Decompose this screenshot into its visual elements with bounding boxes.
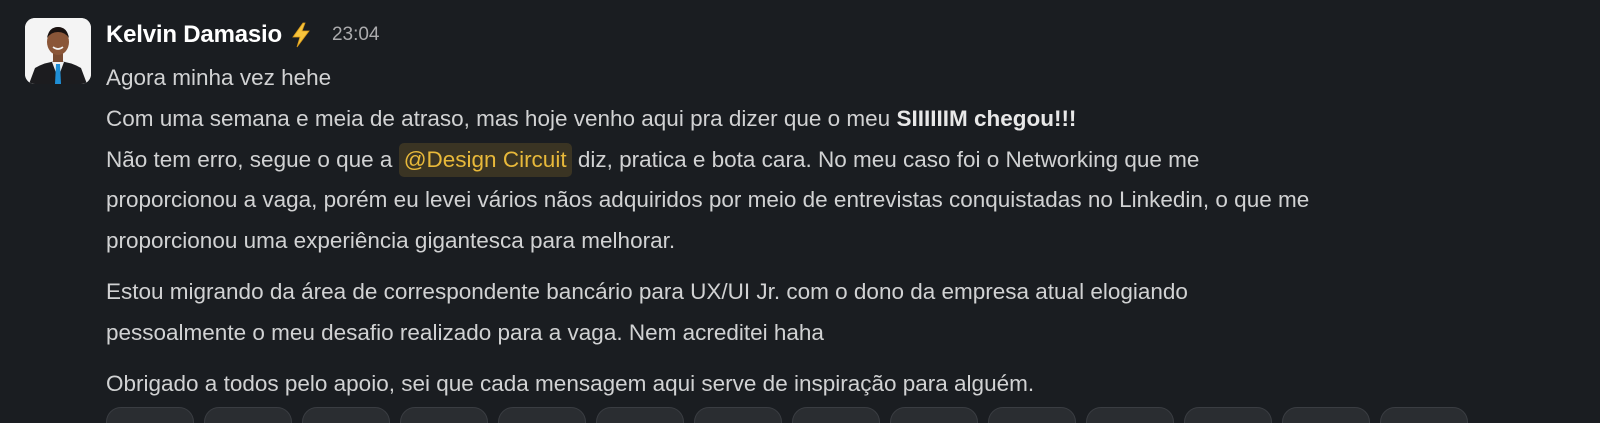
reaction-pill[interactable]: [498, 407, 586, 423]
reaction-pill[interactable]: [1380, 407, 1468, 423]
message-line: Obrigado a todos pelo apoio, sei que cad…: [106, 370, 1035, 396]
message-timestamp[interactable]: 23:04: [332, 24, 380, 46]
reaction-pill[interactable]: [1282, 407, 1370, 423]
chat-message: Kelvin Damasio 23:04 Agora minha vez heh…: [0, 0, 1600, 423]
reaction-pill[interactable]: [694, 407, 782, 423]
lightning-icon: [290, 22, 312, 48]
reaction-pill[interactable]: [988, 407, 1076, 423]
message-text: diz, pratica e bota cara. No meu caso fo…: [571, 146, 1200, 172]
message-line: Não tem erro, segue o que a @Design Circ…: [106, 140, 1576, 181]
avatar-photo: [25, 18, 91, 84]
message-line: Estou migrando da área de correspondente…: [106, 278, 1188, 304]
message-line: proporcionou a vaga, porém eu levei vári…: [106, 187, 1310, 213]
message-line: proporcionou uma experiência gigantesca …: [106, 228, 676, 254]
reactions-bar: [106, 407, 1468, 423]
reaction-pill[interactable]: [400, 407, 488, 423]
reaction-pill[interactable]: [1184, 407, 1272, 423]
message-header: Kelvin Damasio 23:04: [106, 18, 379, 52]
reaction-pill[interactable]: [1086, 407, 1174, 423]
message-line: pessoalmente o meu desafio realizado par…: [106, 319, 824, 345]
author-name[interactable]: Kelvin Damasio: [106, 21, 282, 49]
message-line: Agora minha vez hehe: [106, 65, 332, 90]
avatar[interactable]: [25, 18, 91, 84]
reaction-pill[interactable]: [106, 407, 194, 423]
user-mention[interactable]: @Design Circuit: [398, 142, 572, 177]
message-line: Com uma semana e meia de atraso, mas hoj…: [106, 99, 1576, 140]
message-text: Não tem erro, segue o que a: [106, 146, 399, 172]
message-body: Agora minha vez hehe Com uma semana e me…: [106, 58, 1576, 404]
message-text: Com uma semana e meia de atraso, mas hoj…: [106, 105, 897, 131]
reaction-pill[interactable]: [792, 407, 880, 423]
reaction-pill[interactable]: [302, 407, 390, 423]
reaction-pill[interactable]: [596, 407, 684, 423]
reaction-pill[interactable]: [890, 407, 978, 423]
message-bold-text: SIIIIIIM chegou!!!: [896, 105, 1077, 131]
reaction-pill[interactable]: [204, 407, 292, 423]
